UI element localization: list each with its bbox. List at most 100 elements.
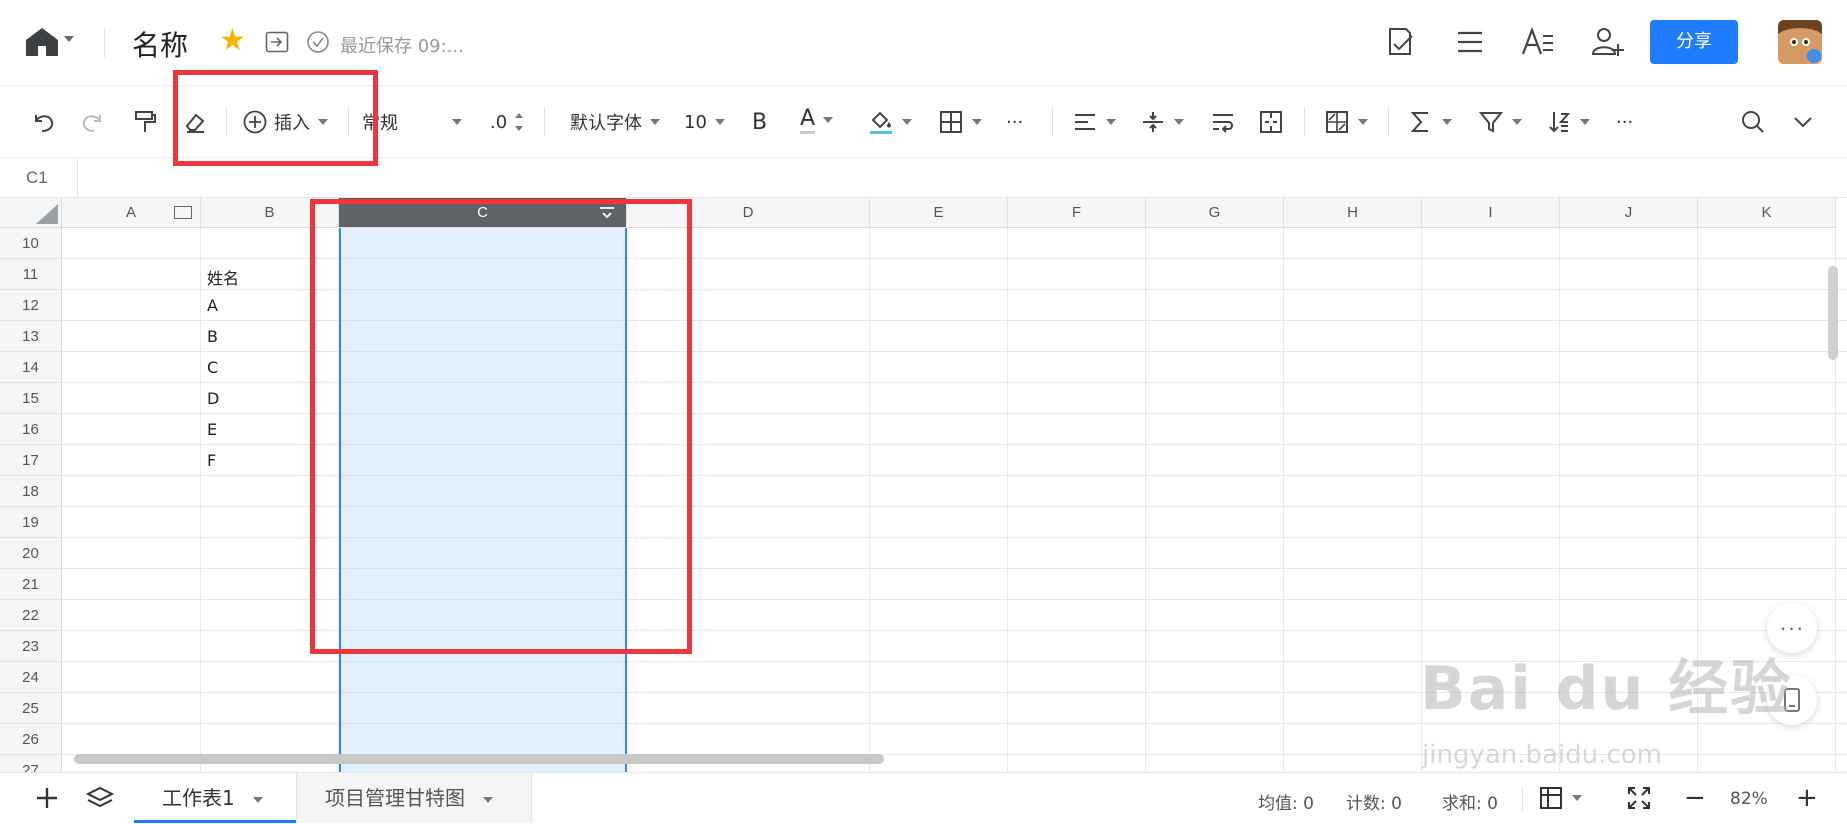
save-status: 最近保存 09:... [340, 36, 464, 57]
font-size-select[interactable]: 10 [684, 108, 725, 136]
top-header: 名称 ★ 最近保存 09:... 分享 [0, 0, 1847, 86]
fill-color-button[interactable] [868, 108, 912, 136]
row-header-13[interactable]: 13 [0, 321, 62, 352]
sort-button[interactable] [1546, 108, 1590, 136]
zoom-out-button[interactable]: − [1684, 783, 1706, 813]
toolbar-divider [1304, 108, 1305, 136]
search-icon[interactable] [1740, 108, 1766, 136]
cell-b14[interactable]: C [207, 358, 218, 377]
column-header-b[interactable]: B [201, 198, 339, 228]
add-sheet-icon[interactable] [34, 785, 60, 816]
view-mode-button[interactable] [1538, 785, 1582, 811]
row-header-18[interactable]: 18 [0, 476, 62, 507]
column-header-j[interactable]: J [1560, 198, 1698, 228]
toolbar-divider [544, 108, 545, 136]
row-header-15[interactable]: 15 [0, 383, 62, 414]
redo-icon[interactable] [80, 108, 106, 136]
grid-vline [1283, 228, 1284, 772]
row-header-12[interactable]: 12 [0, 290, 62, 321]
cell-b12[interactable]: A [207, 296, 218, 315]
home-dropdown-icon[interactable] [64, 36, 74, 42]
review-icon[interactable] [1382, 24, 1418, 60]
align-left-icon [1075, 114, 1095, 130]
sheet-list-icon[interactable] [85, 785, 115, 816]
insert-button[interactable]: 插入 [242, 108, 328, 136]
borders-button[interactable] [938, 108, 982, 136]
move-to-folder-icon[interactable] [265, 31, 289, 53]
conditional-format-button[interactable] [1324, 108, 1368, 136]
fullscreen-icon[interactable] [1626, 785, 1652, 816]
decimal-places-stepper[interactable]: .0 [490, 108, 525, 136]
bold-button[interactable]: B [752, 108, 767, 136]
row-header-20[interactable]: 20 [0, 538, 62, 569]
column-header-c[interactable]: C [339, 198, 627, 228]
bold-label: B [752, 109, 768, 135]
baidu-watermark: Bai du 经验 [1420, 654, 1793, 724]
column-header-f[interactable]: F [1008, 198, 1146, 228]
avatar[interactable] [1778, 20, 1822, 64]
row-header-11[interactable]: 11 [0, 259, 62, 290]
row-header-10[interactable]: 10 [0, 228, 62, 259]
column-menu-icon[interactable] [598, 205, 616, 226]
font-family-select[interactable]: 默认字体 [570, 108, 660, 136]
undo-icon[interactable] [30, 108, 56, 136]
horizontal-scrollbar[interactable] [74, 754, 884, 764]
menu-icon[interactable] [1452, 24, 1488, 60]
text-color-label: A [800, 106, 816, 134]
wrap-text-button[interactable] [1210, 108, 1236, 136]
chevron-down-icon [452, 119, 462, 125]
cell-b11[interactable]: 姓名 [207, 265, 239, 289]
select-all-corner[interactable] [0, 198, 62, 228]
vertical-scrollbar[interactable] [1828, 266, 1838, 360]
row-header-23[interactable]: 23 [0, 631, 62, 662]
text-format-icon[interactable] [1520, 24, 1556, 60]
column-header-i[interactable]: I [1422, 198, 1560, 228]
row-header-27[interactable]: 27 [0, 755, 62, 772]
vertical-align-button[interactable] [1140, 108, 1184, 136]
cell-b17[interactable]: F [207, 451, 216, 470]
home-icon[interactable] [24, 26, 60, 58]
sheet-tab-1[interactable]: 工作表1 [134, 773, 296, 823]
add-collaborator-icon[interactable] [1590, 24, 1626, 60]
column-freeze-icon[interactable] [174, 206, 192, 219]
sheet-tab-2[interactable]: 项目管理甘特图 [296, 773, 532, 823]
zoom-in-button[interactable]: + [1796, 783, 1818, 813]
row-header-17[interactable]: 17 [0, 445, 62, 476]
row-header-19[interactable]: 19 [0, 507, 62, 538]
cell-b13[interactable]: B [207, 327, 218, 346]
column-header-h[interactable]: H [1284, 198, 1422, 228]
row-header-26[interactable]: 26 [0, 724, 62, 755]
document-title[interactable]: 名称 [132, 24, 188, 64]
row-header-14[interactable]: 14 [0, 352, 62, 383]
text-color-button[interactable]: A [800, 106, 834, 134]
more-tools-button[interactable]: ··· [1616, 108, 1633, 136]
clear-format-icon[interactable] [182, 108, 208, 136]
selected-column-c[interactable] [339, 228, 627, 772]
merge-cells-icon [1260, 111, 1282, 133]
more-format-button[interactable]: ··· [1006, 108, 1023, 136]
formula-button[interactable] [1408, 108, 1452, 136]
row-header-21[interactable]: 21 [0, 569, 62, 600]
share-button[interactable]: 分享 [1650, 20, 1738, 64]
star-icon[interactable]: ★ [219, 26, 246, 56]
column-header-k[interactable]: K [1698, 198, 1836, 228]
column-header-g[interactable]: G [1146, 198, 1284, 228]
chevron-down-icon [1580, 119, 1590, 125]
row-header-25[interactable]: 25 [0, 693, 62, 724]
cell-b15[interactable]: D [207, 389, 219, 408]
chevron-down-icon [318, 119, 328, 125]
row-header-22[interactable]: 22 [0, 600, 62, 631]
cell-reference[interactable]: C1 [0, 158, 78, 198]
zoom-level[interactable]: 82% [1730, 789, 1768, 809]
number-format-select[interactable]: 常规 [362, 108, 462, 136]
filter-button[interactable] [1478, 108, 1522, 136]
row-header-16[interactable]: 16 [0, 414, 62, 445]
collapse-toolbar-icon[interactable] [1790, 108, 1816, 136]
horizontal-align-button[interactable] [1072, 108, 1116, 136]
column-header-d[interactable]: D [627, 198, 870, 228]
format-painter-icon[interactable] [132, 108, 158, 136]
cell-b16[interactable]: E [207, 420, 217, 439]
row-header-24[interactable]: 24 [0, 662, 62, 693]
column-header-e[interactable]: E [870, 198, 1008, 228]
merge-cells-button[interactable] [1258, 108, 1284, 136]
